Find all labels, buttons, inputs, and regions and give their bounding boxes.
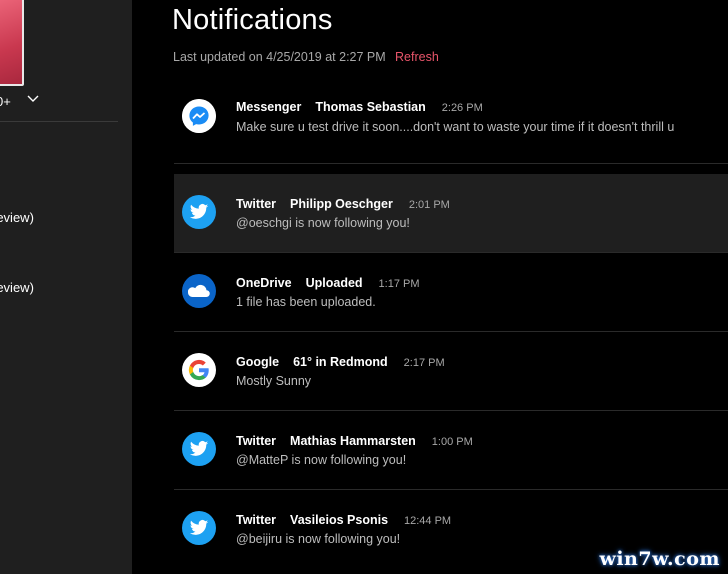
notification-body: 1 file has been uploaded.: [236, 295, 376, 309]
refresh-link[interactable]: Refresh: [395, 50, 439, 64]
notification-time: 2:17 PM: [403, 357, 445, 369]
notification-body: Mostly Sunny: [236, 374, 312, 388]
notification-body: @beijiru is now following you!: [236, 532, 401, 546]
notification-title: Mathias Hammarsten: [290, 434, 416, 448]
twitter-icon: [182, 511, 216, 545]
last-updated-text: Last updated on 4/25/2019 at 2:27 PM: [173, 50, 386, 64]
sidebar-item-preview-2[interactable]: review): [0, 280, 34, 295]
notification-time: 2:01 PM: [408, 199, 450, 211]
app-thumbnail[interactable]: [0, 0, 24, 86]
notification-title: Thomas Sebastian: [315, 100, 426, 114]
chevron-down-icon[interactable]: [26, 92, 40, 106]
twitter-icon: [182, 432, 216, 466]
notification-time: 1:17 PM: [378, 278, 420, 290]
notification-title: Philipp Oeschger: [290, 197, 393, 211]
notification-item[interactable]: Twitter Philipp Oeschger 2:01 PM @oeschgi …: [174, 174, 728, 253]
onedrive-icon: [182, 274, 216, 308]
notification-app: Twitter: [236, 197, 277, 211]
notification-item[interactable]: OneDrive Uploaded 1:17 PM 1 file has been …: [174, 253, 728, 332]
google-icon: [182, 353, 216, 387]
notification-title: Vasileios Psonis: [290, 513, 389, 527]
notification-body: @MatteP is now following you!: [236, 453, 407, 467]
notification-item[interactable]: Messenger Thomas Sebastian 2:26 PM Make su…: [174, 85, 728, 164]
sidebar: 0+ review) review): [0, 0, 132, 574]
notification-app: Google: [236, 355, 280, 369]
notification-item[interactable]: Google 61° in Redmond 2:17 PM Mostly Sunny: [174, 332, 728, 411]
age-rating-label: 0+: [0, 94, 11, 109]
main-panel: Notifications Last updated on 4/25/2019 …: [132, 0, 728, 574]
notification-item[interactable]: Twitter Mathias Hammarsten 1:00 PM @MatteP…: [174, 411, 728, 490]
notification-title: Uploaded: [305, 276, 363, 290]
notification-body: @oeschgi is now following you!: [236, 216, 410, 230]
notification-app: Twitter: [236, 513, 277, 527]
notification-time: 1:00 PM: [431, 436, 473, 448]
notification-title: 61° in Redmond: [293, 355, 388, 369]
twitter-icon: [182, 195, 216, 229]
page-title: Notifications: [172, 4, 333, 36]
notification-app: Messenger: [236, 100, 302, 114]
sidebar-divider: [0, 121, 118, 122]
watermark-logo: win7w.com: [599, 548, 720, 570]
notification-app: OneDrive: [236, 276, 292, 290]
notification-body: Make sure u test drive it soon....don't …: [236, 120, 675, 134]
notification-time: 12:44 PM: [404, 515, 452, 527]
messenger-icon: [182, 99, 216, 133]
sidebar-item-preview-1[interactable]: review): [0, 210, 34, 225]
notification-app: Twitter: [236, 434, 277, 448]
notification-time: 2:26 PM: [441, 102, 483, 114]
